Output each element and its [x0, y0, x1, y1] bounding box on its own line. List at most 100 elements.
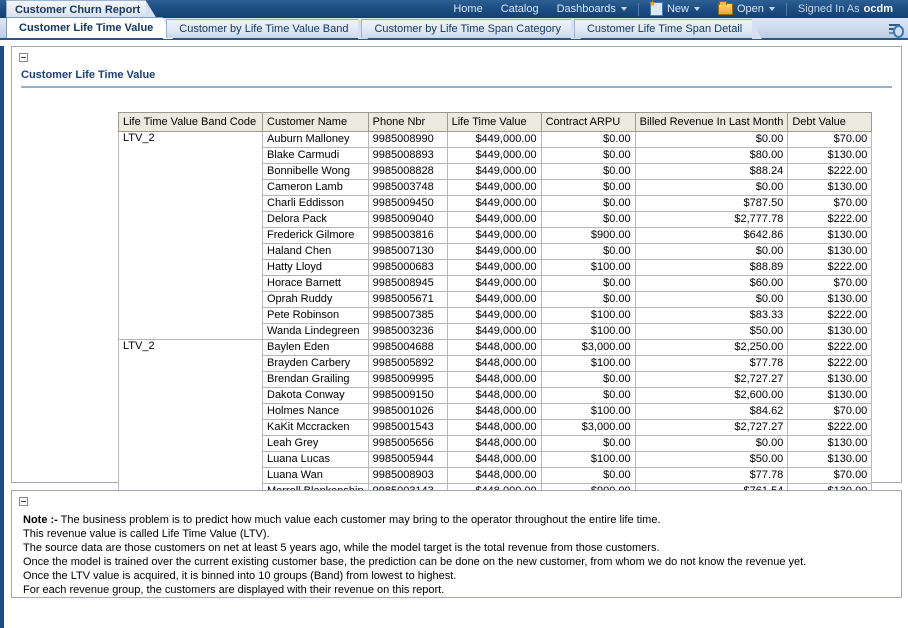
cell-customer-name[interactable]: Holmes Nance — [262, 403, 369, 420]
cell-life-time-value: $449,000.00 — [446, 259, 542, 276]
cell-billed-revenue: $77.78 — [634, 355, 789, 372]
cell-life-time-value: $448,000.00 — [446, 467, 542, 484]
cell-customer-name[interactable]: Brayden Carbery — [262, 355, 369, 372]
cell-debt-value: $222.00 — [787, 355, 873, 372]
new-page-icon — [649, 2, 663, 16]
note-label: Note :- — [23, 514, 58, 526]
cell-life-time-value: $449,000.00 — [446, 179, 542, 196]
cell-customer-name[interactable]: Bonnibelle Wong — [262, 163, 369, 180]
cell-customer-name[interactable]: Luana Wan — [262, 467, 369, 484]
tab-customer-by-life-time-span-category[interactable]: Customer by Life Time Span Category — [361, 19, 582, 39]
cell-phone-nbr[interactable]: 9985005892 — [367, 355, 448, 372]
cell-phone-nbr[interactable]: 9985008903 — [367, 467, 448, 484]
cell-phone-nbr[interactable]: 9985003748 — [367, 179, 448, 196]
collapse-report-icon[interactable] — [19, 53, 28, 62]
cell-phone-nbr[interactable]: 9985007385 — [367, 307, 448, 324]
cell-contract-arpu: $0.00 — [540, 435, 636, 452]
cell-phone-nbr[interactable]: 9985001026 — [367, 403, 448, 420]
cell-contract-arpu: $0.00 — [540, 131, 636, 148]
cell-debt-value: $130.00 — [787, 371, 873, 388]
cell-phone-nbr[interactable]: 9985009995 — [367, 371, 448, 388]
cell-customer-name[interactable]: Frederick Gilmore — [262, 227, 369, 244]
cell-debt-value: $70.00 — [787, 403, 873, 420]
cell-phone-nbr[interactable]: 9985009040 — [367, 211, 448, 228]
cell-contract-arpu: $0.00 — [540, 371, 636, 388]
cell-life-time-value: $449,000.00 — [446, 291, 542, 308]
cell-phone-nbr[interactable]: 9985007130 — [367, 243, 448, 260]
cell-billed-revenue: $642.86 — [634, 227, 789, 244]
cell-debt-value: $222.00 — [787, 259, 873, 276]
cell-phone-nbr[interactable]: 9985004688 — [367, 339, 448, 356]
cell-phone-nbr[interactable]: 9985001543 — [367, 419, 448, 436]
cell-customer-name[interactable]: Wanda Lindegreen — [262, 323, 369, 340]
cell-phone-nbr[interactable]: 9985005671 — [367, 291, 448, 308]
cell-phone-nbr[interactable]: 9985008990 — [367, 131, 448, 148]
tab-customer-life-time-value[interactable]: Customer Life Time Value — [6, 17, 174, 39]
cell-customer-name[interactable]: Hatty Lloyd — [262, 259, 369, 276]
cell-phone-nbr[interactable]: 9985005944 — [367, 451, 448, 468]
cell-customer-name[interactable]: Brendan Grailing — [262, 371, 369, 388]
column-header-debt-value[interactable]: Debt Value — [787, 112, 873, 132]
column-header-band-code[interactable]: Life Time Value Band Code — [118, 112, 263, 132]
cell-billed-revenue: $2,600.00 — [634, 387, 789, 404]
cell-contract-arpu: $0.00 — [540, 211, 636, 228]
cell-customer-name[interactable]: Leah Grey — [262, 435, 369, 452]
report-title-tab[interactable]: Customer Churn Report — [6, 0, 158, 18]
cell-customer-name[interactable]: Pete Robinson — [262, 307, 369, 324]
column-header-billed-revenue[interactable]: Billed Revenue In Last Month — [634, 112, 789, 132]
cell-customer-name[interactable]: Charli Eddisson — [262, 195, 369, 212]
column-header-contract-arpu[interactable]: Contract ARPU — [540, 112, 636, 132]
cell-customer-name[interactable]: Horace Barnett — [262, 275, 369, 292]
tab-customer-life-time-span-detail[interactable]: Customer Life Time Span Detail — [573, 19, 763, 39]
cell-life-time-value: $449,000.00 — [446, 211, 542, 228]
nav-catalog[interactable]: Catalog — [492, 0, 548, 18]
cell-customer-name[interactable]: Haland Chen — [262, 243, 369, 260]
tab-customer-by-life-time-value-band[interactable]: Customer by Life Time Value Band — [166, 19, 369, 39]
cell-billed-revenue: $60.00 — [634, 275, 789, 292]
cell-phone-nbr[interactable]: 9985005656 — [367, 435, 448, 452]
cell-phone-nbr[interactable]: 9985003236 — [367, 323, 448, 340]
nav-open[interactable]: Open — [709, 0, 784, 18]
nav-home-label: Home — [453, 3, 483, 15]
cell-customer-name[interactable]: Delora Pack — [262, 211, 369, 228]
cell-debt-value: $130.00 — [787, 243, 873, 260]
folder-icon — [717, 1, 733, 15]
tab-label: Customer Life Time Value — [19, 22, 154, 34]
cell-phone-nbr[interactable]: 9985009450 — [367, 195, 448, 212]
cell-debt-value: $70.00 — [787, 131, 873, 148]
cell-life-time-value: $449,000.00 — [446, 307, 542, 324]
cell-phone-nbr[interactable]: 9985008893 — [367, 147, 448, 164]
column-header-phone-nbr[interactable]: Phone Nbr — [367, 112, 448, 132]
cell-customer-name[interactable]: Cameron Lamb — [262, 179, 369, 196]
cell-phone-nbr[interactable]: 9985000683 — [367, 259, 448, 276]
column-header-life-time-value[interactable]: Life Time Value — [446, 112, 542, 132]
cell-customer-name[interactable]: Oprah Ruddy — [262, 291, 369, 308]
nav-dashboards[interactable]: Dashboards — [548, 0, 636, 18]
collapse-note-icon[interactable] — [19, 497, 28, 506]
cell-contract-arpu: $3,000.00 — [540, 419, 636, 436]
column-header-customer-name[interactable]: Customer Name — [262, 112, 369, 132]
global-nav: Home Catalog Dashboards New Open Signed … — [444, 0, 908, 18]
cell-customer-name[interactable]: KaKit Mccracken — [262, 419, 369, 436]
cell-debt-value: $70.00 — [787, 275, 873, 292]
title-divider — [21, 86, 892, 88]
cell-phone-nbr[interactable]: 9985008945 — [367, 275, 448, 292]
cell-phone-nbr[interactable]: 9985003816 — [367, 227, 448, 244]
nav-home[interactable]: Home — [444, 0, 491, 18]
cell-debt-value: $70.00 — [787, 467, 873, 484]
nav-new[interactable]: New — [641, 0, 709, 18]
cell-phone-nbr[interactable]: 9985008828 — [367, 163, 448, 180]
cell-phone-nbr[interactable]: 9985009150 — [367, 387, 448, 404]
cell-customer-name[interactable]: Luana Lucas — [262, 451, 369, 468]
cell-customer-name[interactable]: Auburn Malloney — [262, 131, 369, 148]
cell-customer-name[interactable]: Dakota Conway — [262, 387, 369, 404]
cell-debt-value: $130.00 — [787, 451, 873, 468]
page-options-button[interactable] — [889, 23, 904, 38]
page-body: Customer Life Time Value Life Time Value… — [0, 46, 908, 628]
cell-customer-name[interactable]: Blake Carmudi — [262, 147, 369, 164]
cell-life-time-value: $448,000.00 — [446, 339, 542, 356]
cell-debt-value: $130.00 — [787, 179, 873, 196]
cell-customer-name[interactable]: Baylen Eden — [262, 339, 369, 356]
cell-contract-arpu: $0.00 — [540, 387, 636, 404]
signed-in-as[interactable]: Signed In As ocdm — [789, 0, 902, 18]
